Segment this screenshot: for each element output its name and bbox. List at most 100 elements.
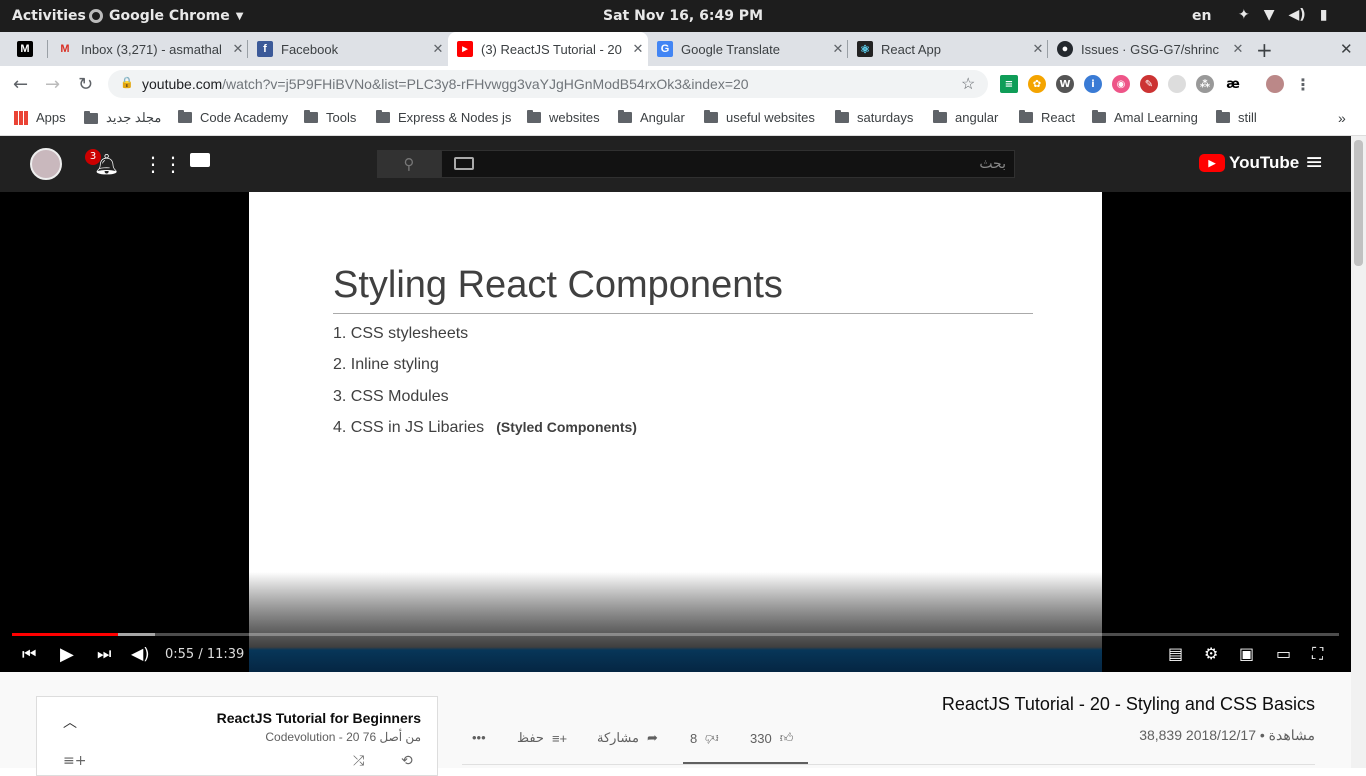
tab-youtube[interactable]: ▶ (3) ReactJS Tutorial - 20 ✕ — [448, 32, 648, 66]
like-button[interactable]: 330 👍︎ — [750, 730, 793, 746]
video-player[interactable]: Styling React Components 1. CSS styleshe… — [0, 192, 1351, 672]
gmail-icon: M — [60, 43, 70, 55]
ae-extension-icon[interactable]: æ — [1224, 75, 1242, 93]
profile-avatar[interactable] — [1266, 75, 1284, 93]
thumbs-up-icon: 👍︎ — [779, 730, 794, 745]
playlist-add-icon: ≡+ — [551, 730, 568, 746]
system-tray[interactable]: ✦ ▼ ◀) ▮ — [1238, 7, 1327, 23]
tab-react-app[interactable]: ⚛ React App ✕ — [848, 32, 1048, 66]
settings-gear-icon[interactable]: ⚙ — [1204, 644, 1218, 663]
close-icon[interactable]: ✕ — [1228, 41, 1248, 57]
wappalyzer-icon[interactable]: W — [1056, 75, 1074, 93]
bookmark-folder[interactable]: saturdays — [835, 110, 913, 125]
bookmark-folder[interactable]: Amal Learning — [1092, 110, 1198, 125]
playlist-panel: ︿ ReactJS Tutorial for Beginners Codevol… — [36, 696, 438, 776]
tab-medium[interactable]: M — [8, 32, 48, 66]
volume-button[interactable]: ◀) — [131, 644, 150, 663]
folder-icon — [835, 110, 849, 123]
language-indicator[interactable]: en — [1192, 8, 1211, 24]
apps-button[interactable]: Apps — [14, 110, 66, 125]
play-logo-icon: ▶ — [1199, 154, 1225, 172]
address-bar[interactable]: 🔒 youtube.com/watch?v=j5P9FHiBVNo&list=P… — [108, 70, 988, 98]
share-button[interactable]: مشاركة ➦ — [597, 730, 658, 746]
search-input[interactable]: بحث — [441, 150, 1015, 178]
theater-mode-button[interactable]: ▭ — [1276, 644, 1291, 663]
play-button[interactable]: ▶ — [60, 644, 74, 665]
played-bar — [12, 633, 119, 636]
extension-icon[interactable]: ◉ — [1112, 75, 1130, 93]
window-close-button[interactable]: ✕ — [1340, 40, 1353, 58]
bookmark-folder[interactable]: Angular — [618, 110, 685, 125]
bookmark-folder[interactable]: useful websites — [704, 110, 815, 125]
close-icon[interactable]: ✕ — [1028, 41, 1048, 57]
folder-icon — [704, 110, 718, 123]
playlist-title[interactable]: ReactJS Tutorial for Beginners — [217, 710, 421, 726]
save-button[interactable]: حفظ ≡+ — [517, 730, 567, 746]
new-tab-button[interactable]: + — [1256, 38, 1273, 62]
create-video-icon[interactable] — [190, 153, 210, 167]
extensions-area: ≡ ✿ W i ◉ ✎ ⁂ æ ⋮ — [1000, 75, 1312, 94]
extension-icon[interactable]: ✿ — [1028, 75, 1046, 93]
reload-button[interactable]: ↻ — [78, 74, 93, 95]
keyboard-icon[interactable] — [454, 157, 474, 170]
tab-facebook[interactable]: f Facebook ✕ — [248, 32, 448, 66]
folder-icon — [933, 110, 947, 123]
loop-icon[interactable]: ⟲ — [401, 753, 413, 769]
tab-title: React App — [881, 41, 941, 57]
translate-icon: G — [657, 41, 673, 57]
playlist-add-icon[interactable]: ≡+ — [63, 753, 86, 769]
page-scrollbar[interactable] — [1351, 136, 1366, 768]
folder-icon — [1019, 110, 1033, 123]
time-display: 0:55 / 11:39 — [165, 647, 245, 662]
collapse-chevron-icon[interactable]: ︿ — [63, 712, 77, 732]
extension-icon[interactable]: i — [1084, 75, 1102, 93]
bookmark-folder[interactable]: still — [1216, 110, 1257, 125]
tab-title: Google Translate — [681, 41, 781, 57]
extension-icon[interactable] — [1168, 75, 1186, 93]
more-actions-button[interactable]: ••• — [472, 730, 486, 745]
notification-badge: 3 — [85, 149, 101, 165]
miniplayer-button[interactable]: ▣ — [1239, 644, 1254, 663]
subtitles-button[interactable]: ▤ — [1168, 644, 1183, 663]
youtube-logo[interactable]: ▶ YouTube — [1199, 153, 1299, 173]
bookmark-folder[interactable]: مجلد جديد — [84, 110, 161, 126]
tab-google-translate[interactable]: G Google Translate ✕ — [648, 32, 848, 66]
react-icon: ⚛ — [857, 41, 873, 57]
bookmark-folder[interactable]: Tools — [304, 110, 356, 125]
bookmark-star-icon[interactable]: ☆ — [961, 74, 975, 94]
close-icon[interactable]: ✕ — [228, 41, 248, 57]
sheets-extension-icon[interactable]: ≡ — [1000, 75, 1018, 93]
bookmark-folder[interactable]: websites — [527, 110, 600, 125]
fullscreen-button[interactable]: ⛶ — [1312, 644, 1323, 664]
bookmark-folder[interactable]: React — [1019, 110, 1075, 125]
shuffle-icon[interactable]: ⤮ — [353, 753, 364, 769]
forward-button[interactable]: → — [45, 74, 60, 95]
previous-button[interactable]: ⏮︎ — [22, 644, 36, 664]
close-icon[interactable]: ✕ — [628, 41, 648, 57]
close-icon[interactable]: ✕ — [828, 41, 848, 57]
tab-gmail[interactable]: M Inbox (3,271) - asmathal ✕ — [48, 32, 248, 66]
bookmark-folder[interactable]: Express & Nodes js — [376, 110, 511, 125]
apps-grid-icon[interactable]: ⋮⋮ — [143, 152, 183, 176]
clock[interactable]: Sat Nov 16, 6:49 PM — [0, 8, 1366, 24]
extension-icon[interactable]: ⁂ — [1196, 75, 1214, 93]
more-bookmarks-chevron-icon[interactable]: » — [1338, 110, 1346, 126]
back-button[interactable]: ← — [13, 74, 28, 95]
view-count: 38,839 مشاهدة • 2018/12/17 — [1139, 727, 1315, 743]
medium-icon: M — [17, 41, 33, 57]
next-button[interactable]: ⏭︎ — [97, 644, 111, 664]
progress-bar[interactable] — [12, 633, 1339, 636]
hamburger-menu-icon[interactable]: ≡ — [1305, 150, 1323, 175]
search-button[interactable]: ⚲ — [377, 150, 441, 178]
tab-github-issues[interactable]: ● Issues · GSG-G7/shrinc ✕ — [1048, 32, 1248, 66]
avatar[interactable] — [30, 148, 62, 180]
color-picker-icon[interactable]: ✎ — [1140, 75, 1158, 93]
divider — [462, 764, 1315, 765]
menu-icon[interactable]: ⋮ — [1294, 75, 1312, 94]
scrollbar-thumb[interactable] — [1354, 140, 1363, 266]
bookmark-folder[interactable]: angular — [933, 110, 998, 125]
dislike-button[interactable]: 8 👍︎ — [690, 730, 719, 747]
close-icon[interactable]: ✕ — [428, 41, 448, 57]
folder-icon — [304, 110, 318, 123]
bookmark-folder[interactable]: Code Academy — [178, 110, 288, 125]
